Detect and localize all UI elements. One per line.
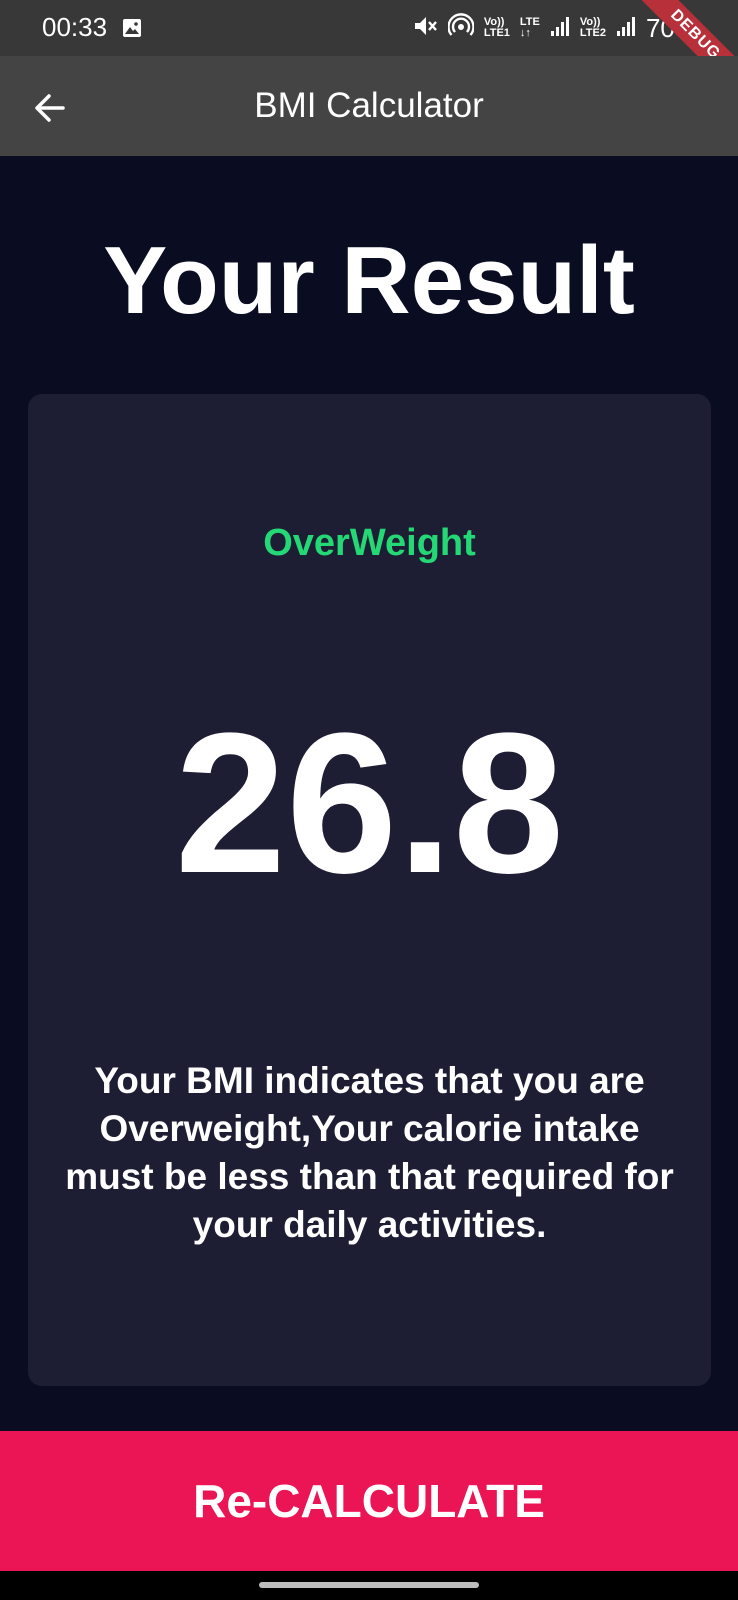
status-time: 00:33 (42, 12, 108, 42)
hotspot-icon (447, 12, 475, 44)
bmi-category-label: OverWeight (263, 522, 476, 564)
network-type-indicator: LTE ↓↑ (520, 17, 540, 39)
sim2-bottom-label: LTE2 (579, 27, 606, 39)
mute-icon (412, 13, 438, 44)
sim1-bottom-label: LTE1 (483, 27, 510, 39)
recalculate-button[interactable]: Re-CALCULATE (0, 1431, 738, 1571)
status-bar: 00:33 Vo)) LTE1 LTE ↓↑ Vo)) LTE2 (0, 0, 738, 56)
app-bar: BMI Calculator (0, 56, 738, 156)
home-indicator[interactable] (259, 1582, 479, 1588)
bmi-value: 26.8 (174, 692, 565, 915)
sim1-indicator: Vo)) LTE1 (484, 17, 510, 39)
app-title: BMI Calculator (254, 86, 484, 125)
gallery-icon (122, 18, 142, 38)
bmi-result-screen: 00:33 Vo)) LTE1 LTE ↓↑ Vo)) LTE2 DEBUG B… (0, 0, 738, 1600)
navigation-bar (0, 1571, 738, 1600)
result-card: OverWeight 26.8 Your BMI indicates that … (28, 394, 711, 1386)
bmi-advice-text: Your BMI indicates that you are Overweig… (65, 1060, 674, 1245)
result-heading: Your Result (103, 227, 635, 334)
signal-icon (616, 15, 636, 42)
status-icons: Vo)) LTE1 LTE ↓↑ Vo)) LTE2 (412, 10, 698, 46)
signal-icon (550, 15, 570, 42)
network-arrows-label: ↓↑ (519, 27, 531, 39)
sim2-indicator: Vo)) LTE2 (580, 17, 606, 39)
